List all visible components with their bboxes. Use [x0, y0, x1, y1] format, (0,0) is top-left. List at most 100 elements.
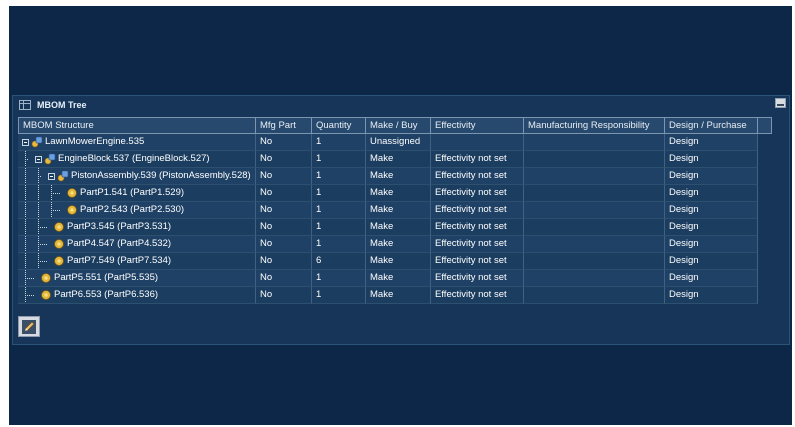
collapse-toggle-icon[interactable]	[35, 156, 42, 163]
column-chooser-button[interactable]	[758, 117, 772, 134]
table-row[interactable]: PistonAssembly.539 (PistonAssembly.528) N…	[18, 168, 784, 185]
assembly-icon	[44, 153, 56, 165]
cell-effectivity: Effectivity not set	[431, 236, 524, 253]
cell-make-buy: Make	[366, 236, 431, 253]
cell-quantity: 6	[312, 253, 366, 270]
tree-cell[interactable]: PartP2.543 (PartP2.530)	[18, 202, 256, 219]
cell-manufacturing-responsibility	[524, 185, 665, 202]
cell-make-buy: Make	[366, 168, 431, 185]
cell-quantity: 1	[312, 236, 366, 253]
part-icon	[40, 272, 52, 284]
tree-cell[interactable]: PartP7.549 (PartP7.534)	[18, 253, 256, 270]
cell-quantity: 1	[312, 168, 366, 185]
table-row[interactable]: PartP1.541 (PartP1.529) No 1 Make Effectivit…	[18, 185, 784, 202]
cell-mfg-part: No	[256, 287, 312, 304]
column-header-mfg-part[interactable]: Mfg Part	[256, 117, 312, 134]
collapse-toggle-icon[interactable]	[22, 139, 29, 146]
tree-cell[interactable]: LawnMowerEngine.535	[18, 134, 256, 151]
mbom-tree-panel: MBOM Tree MBOM Structure Mfg Part Quanti…	[12, 95, 790, 345]
cell-manufacturing-responsibility	[524, 287, 665, 304]
table-row[interactable]: EngineBlock.537 (EngineBlock.527) No 1 Make…	[18, 151, 784, 168]
part-icon	[53, 238, 65, 250]
tree-node-label: PartP7.549 (PartP7.534)	[67, 255, 172, 266]
cell-manufacturing-responsibility	[524, 219, 665, 236]
cell-quantity: 1	[312, 134, 366, 151]
column-header-quantity[interactable]: Quantity	[312, 117, 366, 134]
tree-connector-line	[25, 295, 34, 296]
cell-mfg-part: No	[256, 202, 312, 219]
tree-guide-line	[38, 202, 39, 218]
tree-cell[interactable]: PartP3.545 (PartP3.531)	[18, 219, 256, 236]
cell-mfg-part: No	[256, 168, 312, 185]
tree-cell[interactable]: EngineBlock.537 (EngineBlock.527)	[18, 151, 256, 168]
column-header-manufacturing-responsibility[interactable]: Manufacturing Responsibility	[524, 117, 665, 134]
cell-design-purchase: Design	[665, 168, 758, 185]
tree-node-label: PartP5.551 (PartP5.535)	[54, 272, 159, 283]
pencil-edit-icon[interactable]	[18, 316, 40, 337]
tree-cell[interactable]: PistonAssembly.539 (PistonAssembly.528)	[18, 168, 256, 185]
table-header-row: MBOM Structure Mfg Part Quantity Make / …	[18, 117, 784, 134]
cell-make-buy: Make	[366, 219, 431, 236]
tree-connector-line	[51, 210, 60, 211]
cell-mfg-part: No	[256, 185, 312, 202]
cell-design-purchase: Design	[665, 202, 758, 219]
tree-connector-line	[25, 278, 34, 279]
tree-guide-line	[25, 219, 26, 235]
cell-manufacturing-responsibility	[524, 270, 665, 287]
tree-connector-line	[38, 176, 41, 177]
cell-mfg-part: No	[256, 236, 312, 253]
cell-design-purchase: Design	[665, 253, 758, 270]
cell-quantity: 1	[312, 219, 366, 236]
cell-effectivity: Effectivity not set	[431, 202, 524, 219]
table-row[interactable]: PartP7.549 (PartP7.534) No 6 Make Effectivit…	[18, 253, 784, 270]
tree-connector-line	[38, 261, 47, 262]
cell-quantity: 1	[312, 287, 366, 304]
part-icon	[53, 255, 65, 267]
tree-guide-line	[25, 168, 26, 184]
cell-effectivity: Effectivity not set	[431, 253, 524, 270]
column-header-mbom-structure[interactable]: MBOM Structure	[18, 117, 256, 134]
table-row[interactable]: PartP4.547 (PartP4.532) No 1 Make Effectivit…	[18, 236, 784, 253]
minimize-icon[interactable]	[775, 98, 786, 108]
cell-mfg-part: No	[256, 134, 312, 151]
table-row[interactable]: PartP2.543 (PartP2.530) No 1 Make Effectivit…	[18, 202, 784, 219]
tree-cell[interactable]: PartP6.553 (PartP6.536)	[18, 287, 256, 304]
cell-mfg-part: No	[256, 151, 312, 168]
cell-manufacturing-responsibility	[524, 134, 665, 151]
cell-quantity: 1	[312, 151, 366, 168]
tree-cell[interactable]: PartP4.547 (PartP4.532)	[18, 236, 256, 253]
tree-cell[interactable]: PartP5.551 (PartP5.535)	[18, 270, 256, 287]
column-header-effectivity[interactable]: Effectivity	[431, 117, 524, 134]
table-row[interactable]: PartP5.551 (PartP5.535) No 1 Make Effectivit…	[18, 270, 784, 287]
table-row[interactable]: PartP3.545 (PartP3.531) No 1 Make Effectivit…	[18, 219, 784, 236]
tree-table-icon	[19, 100, 31, 110]
mbom-table: MBOM Structure Mfg Part Quantity Make / …	[18, 117, 784, 304]
cell-design-purchase: Design	[665, 219, 758, 236]
column-header-design-purchase[interactable]: Design / Purchase	[665, 117, 758, 134]
tree-connector-line	[51, 193, 60, 194]
cell-effectivity: Effectivity not set	[431, 185, 524, 202]
part-icon	[66, 187, 78, 199]
cell-manufacturing-responsibility	[524, 236, 665, 253]
tree-connector-line	[25, 159, 28, 160]
tree-guide-line	[25, 202, 26, 218]
cell-mfg-part: No	[256, 253, 312, 270]
table-row[interactable]: PartP6.553 (PartP6.536) No 1 Make Effectivit…	[18, 287, 784, 304]
panel-title: MBOM Tree	[37, 100, 87, 110]
tree-node-label: PartP6.553 (PartP6.536)	[54, 289, 159, 300]
collapse-toggle-icon[interactable]	[48, 173, 55, 180]
tree-node-label: PistonAssembly.539 (PistonAssembly.528)	[71, 170, 251, 181]
cell-design-purchase: Design	[665, 134, 758, 151]
table-row[interactable]: LawnMowerEngine.535 No 1 Unassigned Design	[18, 134, 784, 151]
tree-cell[interactable]: PartP1.541 (PartP1.529)	[18, 185, 256, 202]
tree-node-label: LawnMowerEngine.535	[45, 136, 145, 147]
tree-guide-line	[25, 253, 26, 269]
cell-make-buy: Make	[366, 253, 431, 270]
part-icon	[53, 221, 65, 233]
tree-guide-line	[25, 236, 26, 252]
cell-design-purchase: Design	[665, 185, 758, 202]
cell-make-buy: Make	[366, 151, 431, 168]
cell-effectivity: Effectivity not set	[431, 168, 524, 185]
cell-mfg-part: No	[256, 219, 312, 236]
column-header-make-buy[interactable]: Make / Buy	[366, 117, 431, 134]
